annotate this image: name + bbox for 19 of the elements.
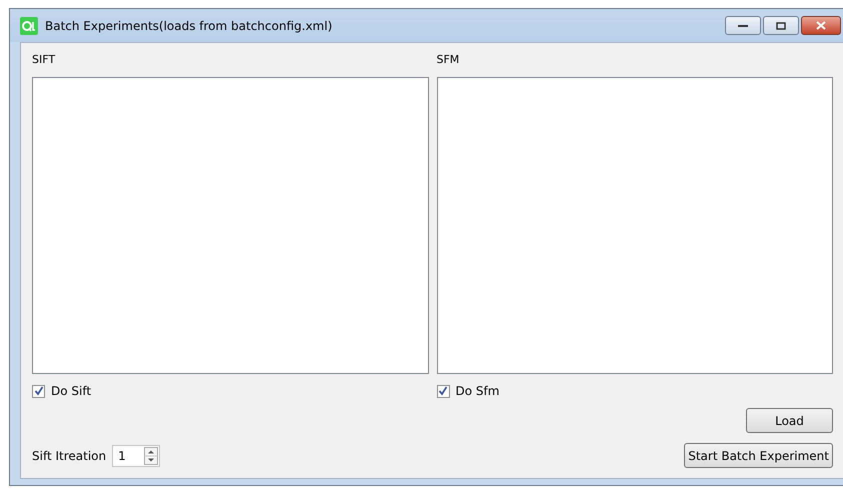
- check-icon: [34, 386, 44, 396]
- maximize-icon: [776, 22, 786, 30]
- close-button[interactable]: [801, 16, 841, 35]
- checkbox[interactable]: Do Sift: [32, 384, 92, 398]
- app-logo-icon: [20, 16, 38, 34]
- check-icon: [438, 386, 448, 396]
- panel-label: SFM: [436, 53, 460, 68]
- panel-label: SIFT: [32, 53, 56, 68]
- close-icon: [816, 21, 826, 30]
- spin-arrows-icon: [144, 446, 158, 464]
- minimize-icon: [738, 24, 748, 28]
- iteration-label: Sift Itreation: [32, 448, 106, 462]
- maximize-button[interactable]: [763, 16, 799, 35]
- window-title: Batch Experiments(loads from batchconfig.xml): [45, 18, 332, 32]
- start-button[interactable]: Start Batch Experiment: [684, 443, 833, 468]
- load-button[interactable]: Load: [746, 408, 833, 433]
- checkbox[interactable]: Do Sfm: [436, 384, 500, 398]
- minimize-button[interactable]: [725, 16, 761, 35]
- iteration-spinbox[interactable]: 1: [112, 444, 160, 466]
